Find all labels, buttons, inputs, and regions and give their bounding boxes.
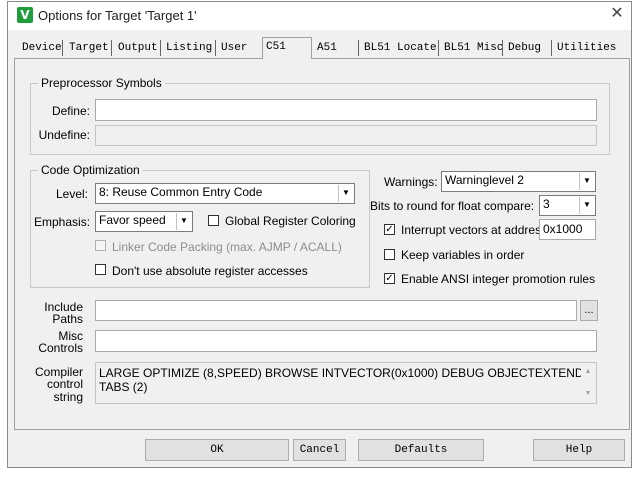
tab-utilities[interactable]: Utilities: [554, 40, 619, 56]
warnings-label: Warnings:: [384, 175, 438, 189]
tab-output[interactable]: Output: [115, 40, 161, 56]
bits-round-value: 3: [543, 197, 550, 211]
chevron-down-icon: ▼: [579, 173, 594, 190]
ansi-promotion-checkbox[interactable]: ✓: [384, 273, 395, 284]
tab-separator: [215, 40, 216, 56]
keep-variables-label: Keep variables in order: [401, 248, 525, 262]
tab-separator: [502, 40, 503, 56]
tab-user[interactable]: User: [218, 40, 250, 56]
tab-target[interactable]: Target: [66, 40, 112, 56]
level-label: Level:: [55, 187, 88, 201]
compiler-control-string: LARGE OPTIMIZE (8,SPEED) BROWSE INTVECTO…: [95, 362, 597, 404]
tab-listing[interactable]: Listing: [163, 40, 215, 56]
chevron-down-icon: ▼: [338, 185, 353, 202]
undefine-label: Undefine:: [38, 128, 90, 142]
scroll-down-icon[interactable]: ▼: [581, 388, 595, 400]
tab-separator: [438, 40, 439, 56]
emphasis-label: Emphasis:: [34, 215, 91, 229]
interrupt-vectors-address-input[interactable]: 0x1000: [539, 219, 596, 240]
preprocessor-group-title: Preprocessor Symbols: [38, 76, 165, 90]
tab-separator: [551, 40, 552, 56]
bits-round-label: Bits to round for float compare:: [370, 199, 535, 213]
interrupt-vectors-label: Interrupt vectors at address:: [401, 223, 551, 237]
compiler-control-label-2: control: [46, 377, 83, 391]
tab-bl51-locate[interactable]: BL51 Locate: [361, 40, 440, 56]
warnings-select[interactable]: Warninglevel 2 ▼: [441, 171, 596, 192]
chevron-down-icon: ▼: [176, 213, 191, 230]
define-label: Define:: [51, 104, 90, 118]
warnings-value: Warninglevel 2: [445, 173, 524, 187]
no-absolute-register-checkbox[interactable]: [95, 264, 106, 275]
linker-code-packing-checkbox: [95, 240, 106, 251]
bits-round-select[interactable]: 3 ▼: [539, 195, 596, 216]
tab-bl51-misc[interactable]: BL51 Misc: [441, 40, 506, 56]
no-absolute-register-label: Don't use absolute register accesses: [112, 264, 308, 278]
tab-device[interactable]: Device: [19, 40, 65, 56]
compiler-control-value: LARGE OPTIMIZE (8,SPEED) BROWSE INTVECTO…: [99, 366, 584, 394]
chevron-down-icon: ▼: [579, 197, 594, 214]
compiler-control-label-3: string: [53, 390, 83, 404]
tab-a51[interactable]: A51: [314, 40, 340, 56]
tab-c51[interactable]: C51: [262, 37, 312, 59]
tab-debug[interactable]: Debug: [505, 40, 544, 56]
tab-separator: [160, 40, 161, 56]
linker-code-packing-label: Linker Code Packing (max. AJMP / ACALL): [112, 240, 342, 254]
tab-separator: [111, 40, 112, 56]
level-select[interactable]: 8: Reuse Common Entry Code ▼: [95, 183, 355, 204]
global-register-coloring-checkbox[interactable]: [208, 215, 219, 226]
compiler-control-scrollbar[interactable]: ▲ ▼: [581, 364, 595, 402]
cancel-button[interactable]: Cancel: [293, 439, 346, 461]
include-paths-label-2: Paths: [52, 312, 83, 326]
emphasis-select[interactable]: Favor speed ▼: [95, 211, 193, 232]
ok-button[interactable]: OK: [145, 439, 289, 461]
help-button[interactable]: Help: [533, 439, 625, 461]
keil-app-icon: V: [17, 7, 33, 23]
include-paths-input[interactable]: [95, 300, 577, 321]
code-optimization-title: Code Optimization: [38, 163, 143, 177]
ansi-promotion-label: Enable ANSI integer promotion rules: [401, 272, 596, 286]
undefine-input: [95, 125, 597, 146]
close-icon[interactable]: ✕: [608, 5, 626, 23]
define-input[interactable]: [95, 99, 597, 121]
tab-separator: [358, 40, 359, 56]
scroll-up-icon[interactable]: ▲: [581, 366, 595, 378]
defaults-button[interactable]: Defaults: [358, 439, 484, 461]
window-title: Options for Target 'Target 1': [38, 8, 197, 23]
tab-separator: [62, 40, 63, 56]
keep-variables-checkbox[interactable]: [384, 249, 395, 260]
global-register-coloring-label: Global Register Coloring: [225, 214, 356, 228]
misc-controls-label-2: Controls: [38, 341, 83, 355]
misc-controls-input[interactable]: [95, 330, 597, 352]
level-value: 8: Reuse Common Entry Code: [99, 185, 263, 199]
emphasis-value: Favor speed: [99, 213, 166, 227]
interrupt-vectors-checkbox[interactable]: ✓: [384, 224, 395, 235]
browse-include-button[interactable]: ...: [580, 300, 598, 321]
